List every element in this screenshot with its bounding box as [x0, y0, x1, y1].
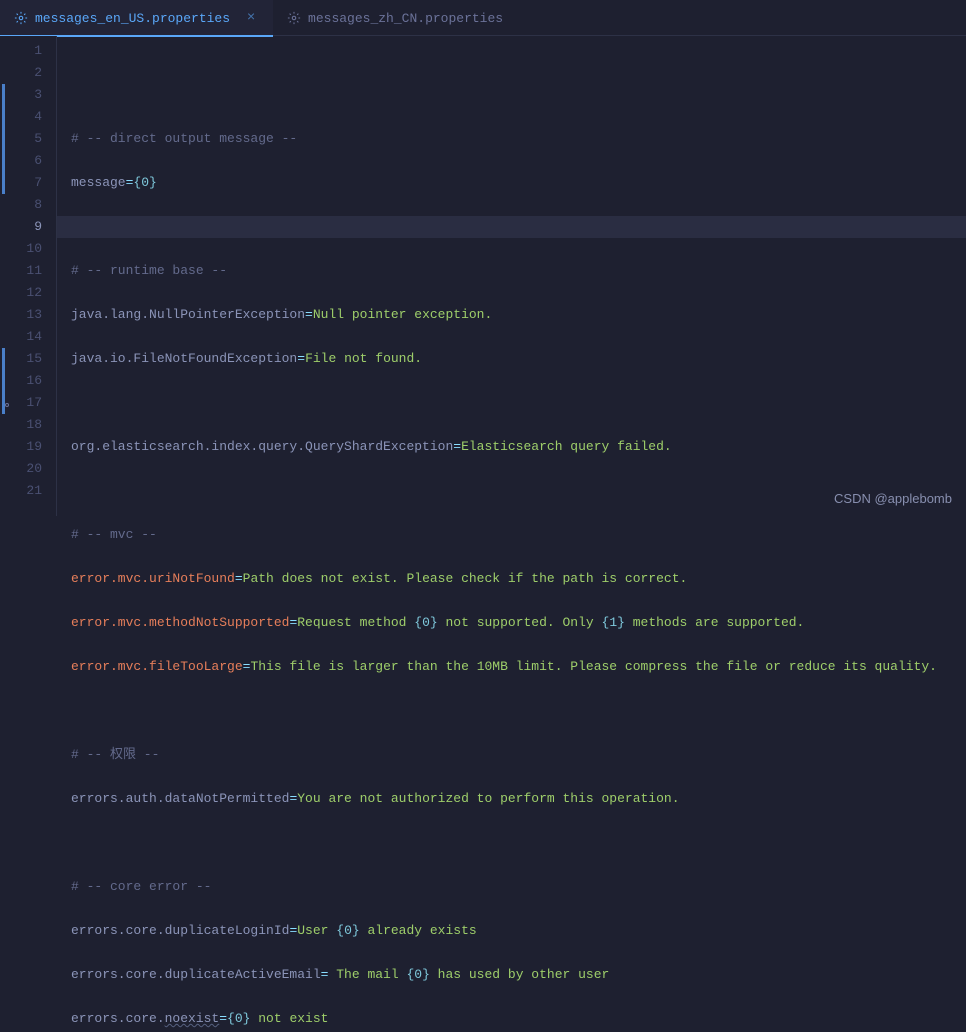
- prop-value: not exist: [250, 1011, 328, 1026]
- line-number: 21: [0, 480, 42, 502]
- prop-key: java.io.FileNotFoundException: [71, 351, 297, 366]
- prop-value: Request method: [297, 615, 414, 630]
- edit-dot-icon: [5, 403, 9, 407]
- line-number: 20: [0, 458, 42, 480]
- tab-label: messages_en_US.properties: [35, 11, 230, 26]
- prop-key: error.mvc.methodNotSupported: [71, 615, 289, 630]
- line-number: 14: [0, 326, 42, 348]
- tab-messages-en[interactable]: messages_en_US.properties ×: [0, 0, 273, 36]
- line-number: 18: [0, 414, 42, 436]
- equals: =: [321, 967, 329, 982]
- prop-value: The mail: [328, 967, 406, 982]
- gutter: 1 2 3 4 5 6 7 8 9 10 11 12 13 14 15 16 1…: [0, 36, 56, 516]
- prop-key: org.elasticsearch.index.query.QueryShard…: [71, 439, 453, 454]
- gear-icon: [14, 11, 28, 25]
- prop-key: error.mvc.uriNotFound: [71, 571, 235, 586]
- equals: =: [453, 439, 461, 454]
- tab-messages-zh[interactable]: messages_zh_CN.properties: [273, 0, 517, 36]
- gear-icon: [287, 11, 301, 25]
- equals: =: [243, 659, 251, 674]
- editor-area: 1 2 3 4 5 6 7 8 9 10 11 12 13 14 15 16 1…: [0, 36, 966, 516]
- prop-value: This file is larger than the 10MB limit.…: [250, 659, 937, 674]
- line-number: 1: [0, 40, 42, 62]
- code-comment: # -- direct output message --: [71, 131, 297, 146]
- line-number: 13: [0, 304, 42, 326]
- tabs-bar: messages_en_US.properties × messages_zh_…: [0, 0, 966, 36]
- equals: =: [305, 307, 313, 322]
- prop-key: message: [71, 175, 126, 190]
- line-number: 8: [0, 194, 42, 216]
- line-number: 11: [0, 260, 42, 282]
- equals: =: [289, 791, 297, 806]
- placeholder: {0}: [227, 1011, 250, 1026]
- prop-value: not supported. Only: [438, 615, 602, 630]
- prop-value: You are not authorized to perform this o…: [297, 791, 679, 806]
- prop-value: already exists: [360, 923, 477, 938]
- prop-key: errors.core.: [71, 1011, 165, 1026]
- prop-key: errors.auth.dataNotPermitted: [71, 791, 289, 806]
- close-icon[interactable]: ×: [243, 10, 259, 26]
- prop-value: File not found.: [305, 351, 422, 366]
- prop-key: error.mvc.fileTooLarge: [71, 659, 243, 674]
- prop-key: errors.core.duplicateActiveEmail: [71, 967, 321, 982]
- placeholder: {0}: [414, 615, 437, 630]
- equals: =: [219, 1011, 227, 1026]
- equals: =: [297, 351, 305, 366]
- prop-value: Elasticsearch query failed.: [461, 439, 672, 454]
- line-number: 9: [0, 216, 42, 238]
- prop-key-spell-error: noexist: [165, 1011, 220, 1026]
- line-number: 6: [0, 150, 42, 172]
- line-number: 12: [0, 282, 42, 304]
- line-number: 2: [0, 62, 42, 84]
- modified-marker: [2, 84, 5, 194]
- line-number: 19: [0, 436, 42, 458]
- line-number: 10: [0, 238, 42, 260]
- placeholder: {1}: [602, 615, 625, 630]
- placeholder: {0}: [133, 175, 156, 190]
- line-number: 5: [0, 128, 42, 150]
- code-comment: # -- mvc --: [71, 527, 157, 542]
- equals: =: [289, 923, 297, 938]
- prop-value: User: [297, 923, 336, 938]
- prop-key: java.lang.NullPointerException: [71, 307, 305, 322]
- code-area[interactable]: # -- direct output message -- message = {0…: [56, 36, 966, 516]
- equals: =: [289, 615, 297, 630]
- line-number: 7: [0, 172, 42, 194]
- code-comment: # -- runtime base --: [71, 263, 227, 278]
- tab-label: messages_zh_CN.properties: [308, 11, 503, 26]
- line-number: 15: [0, 348, 42, 370]
- code-comment: # -- 权限 --: [71, 747, 159, 762]
- line-number: 3: [0, 84, 42, 106]
- equals: =: [235, 571, 243, 586]
- line-number: 16: [0, 370, 42, 392]
- prop-value: methods are supported.: [625, 615, 804, 630]
- placeholder: {0}: [406, 967, 429, 982]
- placeholder: {0}: [336, 923, 359, 938]
- prop-key: errors.core.duplicateLoginId: [71, 923, 289, 938]
- prop-value: has used by other user: [430, 967, 609, 982]
- line-number: 4: [0, 106, 42, 128]
- code-comment: # -- core error --: [71, 879, 211, 894]
- prop-value: Path does not exist. Please check if the…: [243, 571, 688, 586]
- prop-value: Null pointer exception.: [313, 307, 492, 322]
